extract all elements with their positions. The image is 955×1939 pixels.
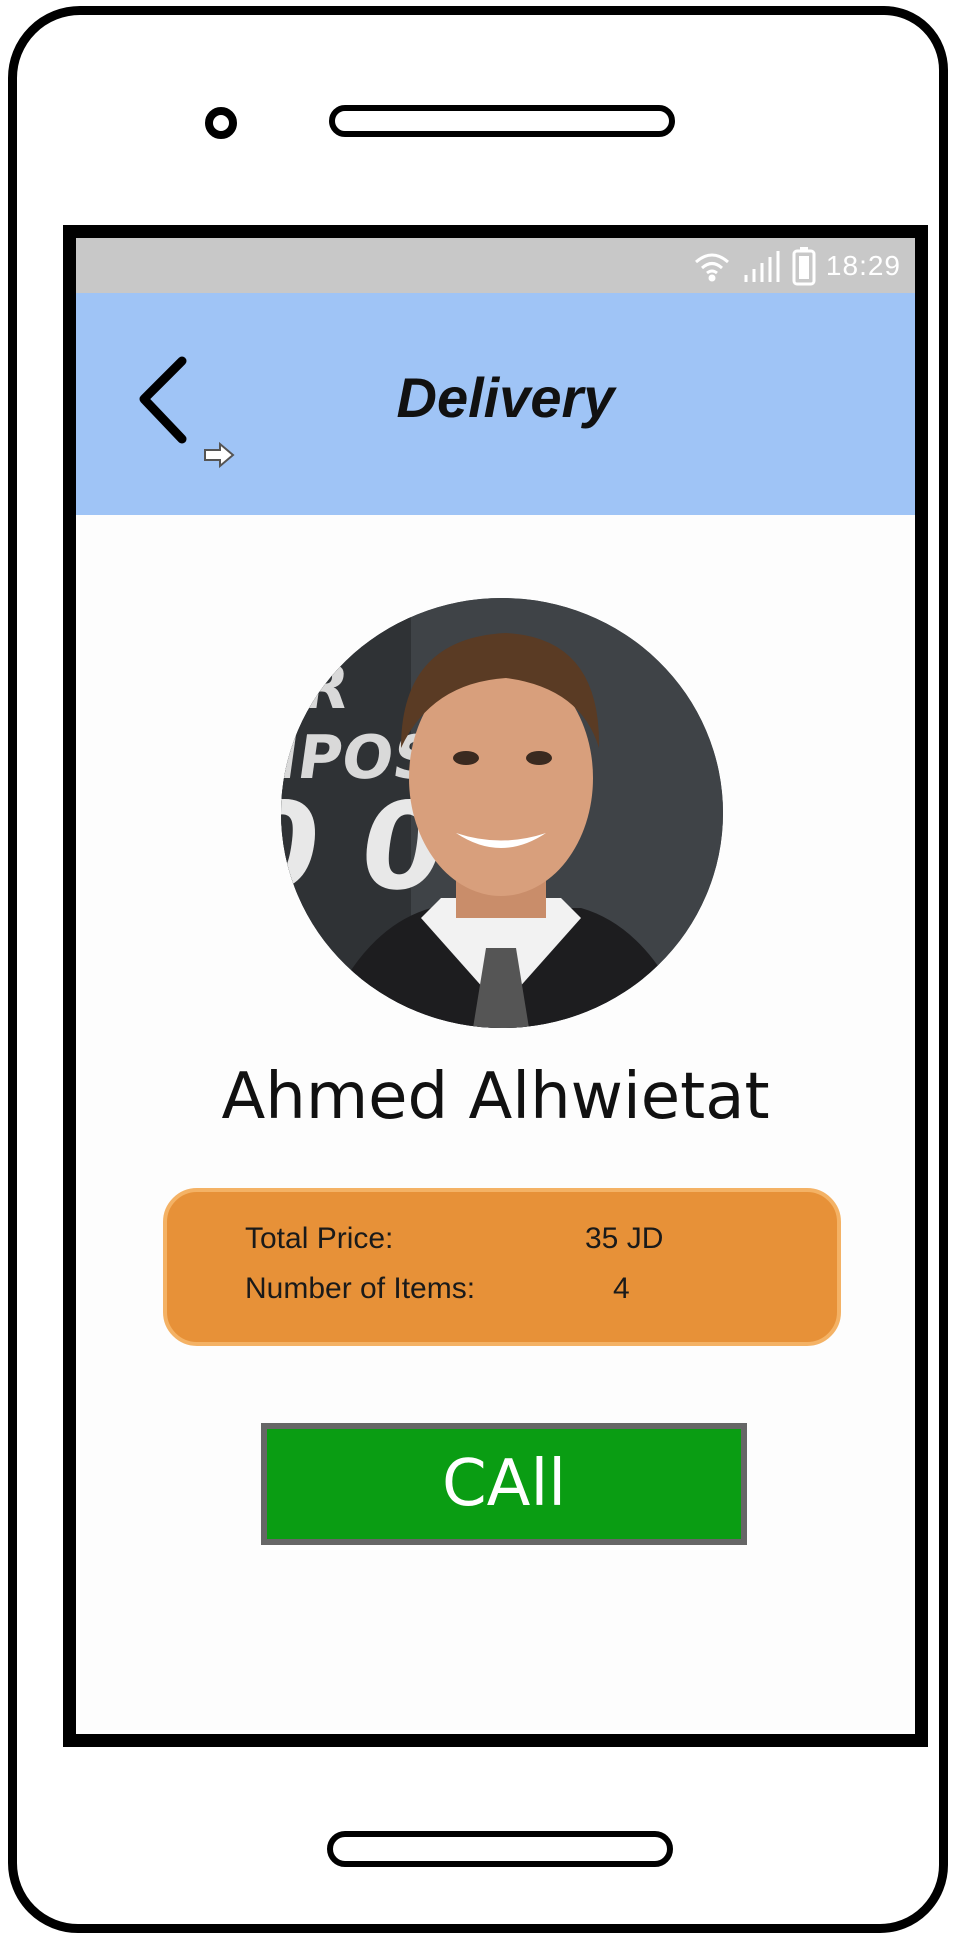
bottom-speaker	[327, 1831, 673, 1867]
total-price-value: 35 JD	[585, 1222, 664, 1255]
call-button[interactable]: CAll	[261, 1423, 747, 1545]
wifi-icon	[694, 253, 729, 282]
phone-frame: 18:29 Delivery CR MPOS 0 0 Ahmed Alhwiet…	[8, 6, 948, 1933]
items-count-value: 4	[613, 1272, 630, 1305]
battery-icon	[792, 247, 816, 286]
top-speaker	[329, 105, 675, 137]
status-icons: 18:29	[692, 246, 901, 286]
items-count-label: Number of Items:	[245, 1272, 476, 1305]
customer-name: Ahmed Alhwietat	[221, 1060, 770, 1134]
camera-icon	[205, 107, 237, 139]
svg-text:CR: CR	[281, 653, 353, 723]
arrow-right-icon	[204, 441, 235, 469]
page-title: Delivery	[396, 366, 615, 429]
order-summary-card: Total Price: 35 JD Number of Items: 4	[163, 1188, 841, 1346]
status-bar: 18:29	[76, 238, 915, 293]
status-time: 18:29	[825, 250, 901, 281]
app-bar: Delivery	[76, 293, 915, 515]
profile-photo: CR MPOS 0 0	[281, 598, 723, 1028]
screen: 18:29 Delivery CR MPOS 0 0 Ahmed Alhwiet…	[63, 225, 928, 1747]
avatar: CR MPOS 0 0	[281, 598, 723, 1028]
signal-icon	[744, 251, 780, 282]
total-price-label: Total Price:	[245, 1222, 394, 1255]
